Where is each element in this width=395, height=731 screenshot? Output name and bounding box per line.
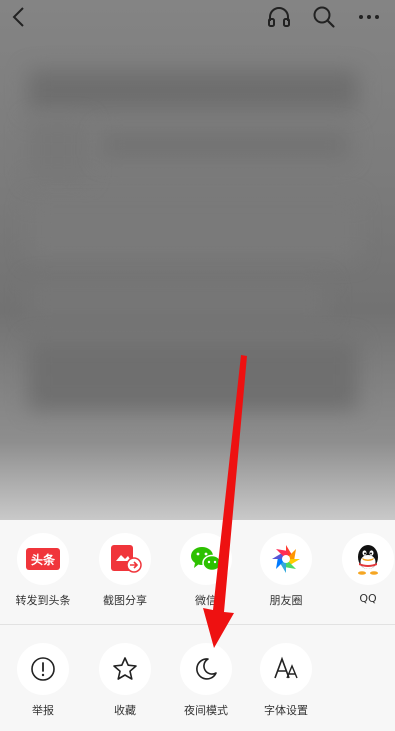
share-wechat-button[interactable]: 微信 (166, 528, 246, 620)
report-button[interactable]: 举报 (3, 638, 83, 730)
sheet-divider (0, 624, 395, 625)
moon-icon (180, 643, 232, 695)
share-sheet: 头条 转发到头条 截图分享 微信 朋友圈 QQ 举报 收藏 夜间模式 字体设置 (0, 520, 395, 731)
toutiao-logo-text: 头条 (26, 548, 60, 570)
blurred-article-background (0, 0, 395, 520)
night-mode-label: 夜间模式 (184, 704, 228, 717)
tools-row: 举报 收藏 夜间模式 字体设置 (0, 638, 395, 731)
exclamation-icon (17, 643, 69, 695)
more-dots-icon[interactable] (354, 2, 384, 32)
font-size-icon (260, 643, 312, 695)
share-moments-label: 朋友圈 (269, 594, 303, 607)
report-label: 举报 (32, 704, 54, 717)
share-moments-button[interactable]: 朋友圈 (246, 528, 326, 620)
headphones-icon[interactable] (264, 2, 294, 32)
screenshot-share-label: 截图分享 (103, 594, 147, 607)
share-wechat-label: 微信 (195, 594, 217, 607)
share-toutiao-button[interactable]: 头条 转发到头条 (3, 528, 83, 620)
share-qq-button[interactable]: QQ (328, 528, 395, 620)
back-icon[interactable] (4, 2, 34, 32)
qq-icon (342, 533, 394, 585)
night-mode-button[interactable]: 夜间模式 (166, 638, 246, 730)
favorite-button[interactable]: 收藏 (85, 638, 165, 730)
screenshot-share-icon (99, 533, 151, 585)
share-row: 头条 转发到头条 截图分享 微信 朋友圈 QQ (0, 528, 395, 628)
screenshot-share-button[interactable]: 截图分享 (85, 528, 165, 620)
search-icon[interactable] (309, 2, 339, 32)
share-toutiao-label: 转发到头条 (15, 594, 71, 607)
star-icon (99, 643, 151, 695)
share-qq-label: QQ (359, 592, 377, 605)
favorite-label: 收藏 (114, 704, 136, 717)
wechat-icon (180, 533, 232, 585)
top-navigation-bar (0, 0, 395, 34)
toutiao-logo-icon: 头条 (17, 533, 69, 585)
moments-icon (260, 533, 312, 585)
font-settings-button[interactable]: 字体设置 (246, 638, 326, 730)
font-settings-label: 字体设置 (264, 704, 308, 717)
